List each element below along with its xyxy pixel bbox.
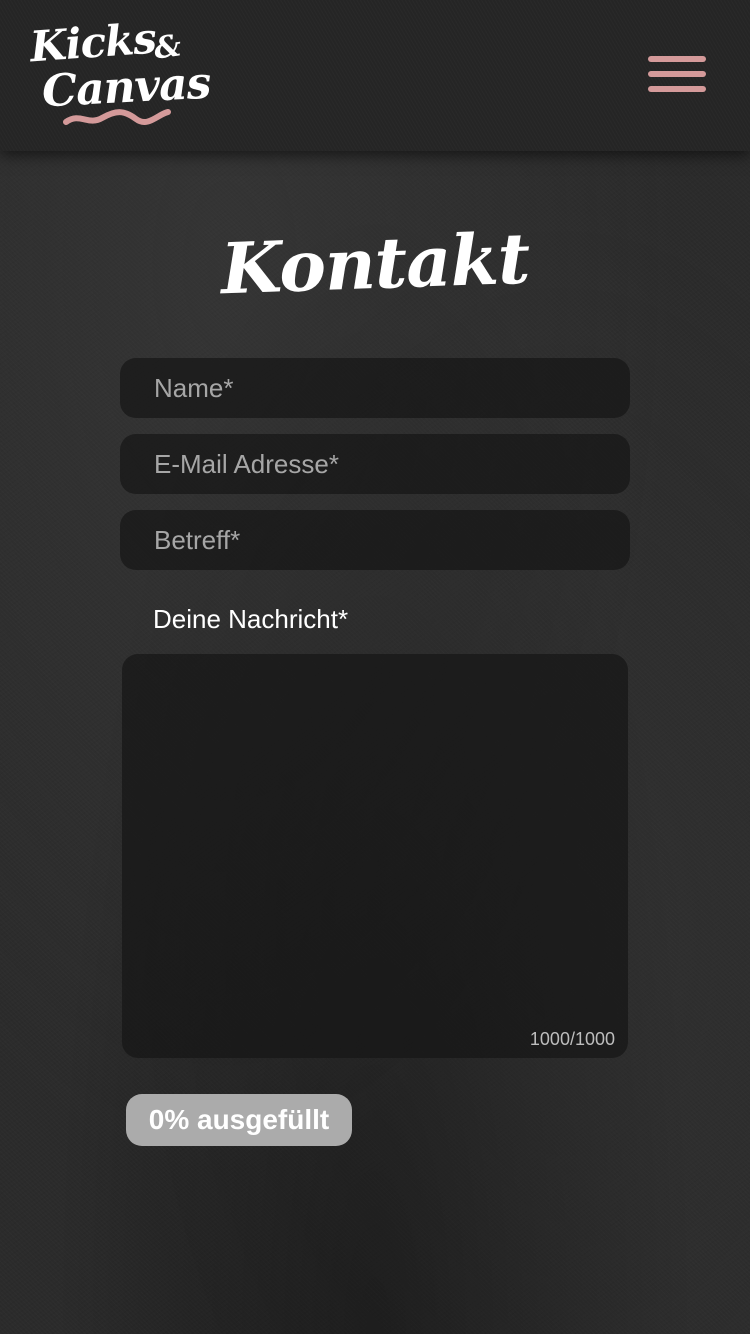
- menu-bar: [648, 86, 706, 92]
- hamburger-menu-icon[interactable]: [646, 52, 710, 96]
- name-input[interactable]: [120, 358, 630, 418]
- form-progress-badge: 0% ausgefüllt: [126, 1094, 352, 1146]
- message-textarea[interactable]: [122, 654, 628, 1058]
- site-header: Kicks & Canvas: [0, 0, 750, 151]
- menu-bar: [648, 71, 706, 77]
- page-title: Kontakt: [219, 216, 531, 311]
- kicks-and-canvas-logo[interactable]: Kicks & Canvas: [26, 14, 212, 132]
- form-progress-text: 0% ausgefüllt: [148, 1104, 330, 1135]
- menu-bar: [648, 56, 706, 62]
- character-counter: 1000/1000: [529, 1029, 615, 1049]
- logo-swash-icon: [63, 109, 171, 125]
- subject-input[interactable]: [120, 510, 630, 570]
- message-label: Deine Nachricht*: [153, 604, 349, 634]
- email-input[interactable]: [120, 434, 630, 494]
